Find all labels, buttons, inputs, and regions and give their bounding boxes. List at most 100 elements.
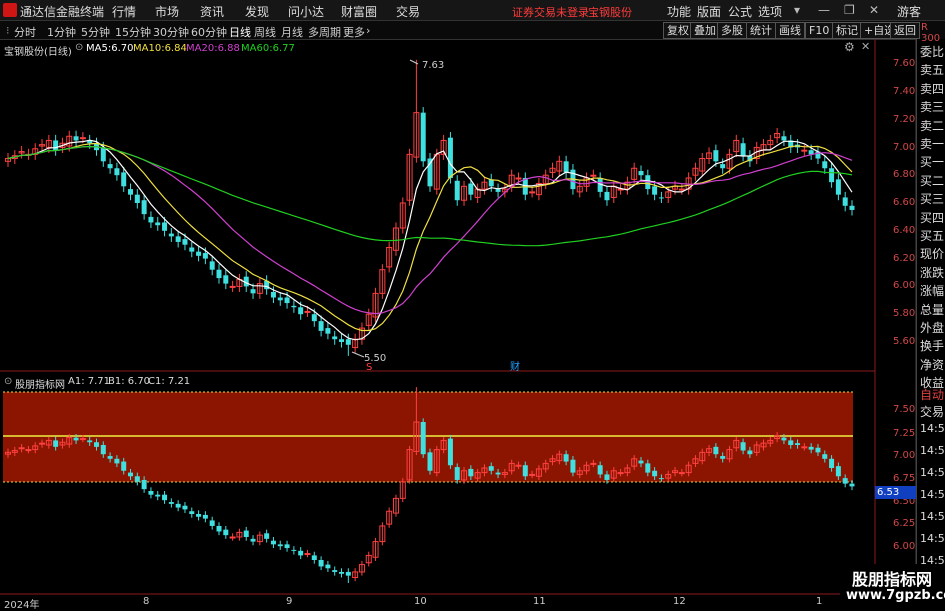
huaxian-button[interactable]: 画线 <box>775 22 805 39</box>
side-item-8[interactable]: 买三 <box>920 190 944 207</box>
sub-candle-body <box>652 470 658 477</box>
period-30min[interactable]: 30分钟 <box>153 24 189 40</box>
minimize-icon[interactable]: — <box>818 3 830 17</box>
menu-item-hangqing[interactable]: 行情 <box>112 3 136 20</box>
more-chevron-icon[interactable]: › <box>366 24 370 37</box>
f10-button[interactable]: F10 <box>805 22 834 39</box>
side-item-7[interactable]: 买二 <box>920 172 944 189</box>
login-notice[interactable]: 证券交易未登录 <box>512 4 589 20</box>
menu-item-shichang[interactable]: 市场 <box>155 3 179 20</box>
y-tick-main: 6.00 <box>893 280 916 291</box>
candle-body <box>270 291 276 298</box>
side-item-6[interactable]: 买一 <box>920 153 944 170</box>
sub-candle-body <box>93 442 99 447</box>
guest-label[interactable]: 游客 <box>897 3 921 20</box>
side-item-4[interactable]: 卖二 <box>920 117 944 134</box>
side-item-2[interactable]: 卖四 <box>920 80 944 97</box>
candle-body <box>339 339 345 342</box>
side-item-12[interactable]: 涨跌 <box>920 264 944 281</box>
restore-icon[interactable]: ❐ <box>844 3 855 17</box>
duogu-button[interactable]: 多股 <box>717 22 747 39</box>
menu-item-zixun[interactable]: 资讯 <box>200 3 224 20</box>
kline-chart[interactable]: 7.63 5.50 S 财 <box>0 39 916 609</box>
sub-candle-body <box>427 452 433 471</box>
candle-body <box>801 149 808 152</box>
side-item-0[interactable]: 委比 <box>920 43 944 60</box>
y-tick-main: 6.20 <box>893 253 916 264</box>
y-tick-main: 7.40 <box>893 86 916 97</box>
sub-candle-body <box>243 530 249 537</box>
period-fenshi[interactable]: 分时 <box>14 24 36 40</box>
period-15min[interactable]: 15分钟 <box>115 24 151 40</box>
side-item-15[interactable]: 外盘 <box>920 319 944 336</box>
menu-dropdown-icon[interactable]: ▾ <box>794 3 800 17</box>
menu-item-caifuquan[interactable]: 财富圈 <box>341 3 377 20</box>
period-more[interactable]: 更多 <box>343 24 365 40</box>
tongji-button[interactable]: 统计 <box>746 22 776 39</box>
sub-candle-body <box>39 442 46 445</box>
period-daily[interactable]: 日线 <box>229 24 251 40</box>
side-auto-label[interactable]: 自动 <box>920 386 944 403</box>
biaoji-button[interactable]: 标记 <box>832 22 862 39</box>
sub-candle-body <box>196 514 202 517</box>
fuquan-button[interactable]: 复权 <box>663 22 693 39</box>
menu-banmian[interactable]: 版面 <box>697 3 721 20</box>
candle-body <box>148 216 154 223</box>
menu-gongneng[interactable]: 功能 <box>667 3 691 20</box>
sub-candle-body <box>162 494 168 501</box>
side-item-11[interactable]: 现价 <box>920 245 944 262</box>
sub-candle-body <box>454 467 460 480</box>
side-item-17[interactable]: 净资 <box>920 356 944 373</box>
menu-item-wenxiaoda[interactable]: 问小达 <box>288 3 324 20</box>
sub-candle-body <box>182 505 188 510</box>
x-tick: 12 <box>673 596 686 607</box>
quote-side-panel: R 300 委比 卖五 卖四 卖三 卖二 卖一 买一 买二 买三 买四 买五 现价 涨跌 涨幅 总量 外盘 换手… <box>916 22 945 609</box>
sub-candle-body <box>822 454 828 459</box>
side-item-9[interactable]: 买四 <box>920 209 944 226</box>
side-item-13[interactable]: 涨幅 <box>920 282 944 299</box>
candle-body <box>128 189 134 195</box>
app-logo-icon <box>3 3 17 17</box>
side-item-3[interactable]: 卖三 <box>920 98 944 115</box>
sub-candle-body <box>842 478 848 484</box>
candle-body <box>311 314 317 322</box>
candle-body <box>107 164 113 169</box>
app-title: 通达信金融终端 <box>20 5 105 19</box>
period-weekly[interactable]: 周线 <box>254 24 276 40</box>
side-item-14[interactable]: 总量 <box>920 301 944 318</box>
close-icon[interactable]: ✕ <box>869 3 879 17</box>
side-item-16[interactable]: 换手 <box>920 337 944 354</box>
side-item-5[interactable]: 卖一 <box>920 135 944 152</box>
sub-candle-body <box>128 472 134 477</box>
period-60min[interactable]: 60分钟 <box>191 24 227 40</box>
menu-gongshi[interactable]: 公式 <box>728 3 752 20</box>
candle-body <box>229 285 236 288</box>
candle-body <box>209 261 215 270</box>
sub-candle-body <box>114 458 120 464</box>
sub-candle-body <box>339 571 345 574</box>
side-trade-label[interactable]: 交易 <box>920 403 944 420</box>
menu-item-jiaoyi[interactable]: 交易 <box>396 3 420 20</box>
candles-group <box>5 59 855 356</box>
sub-candle-body <box>815 447 821 453</box>
menu-item-faxian[interactable]: 发现 <box>245 3 269 20</box>
period-monthly[interactable]: 月线 <box>281 24 303 40</box>
watermark-line2: www.7gpzb.com <box>846 588 945 603</box>
sub-candle-body <box>781 437 787 441</box>
side-item-10[interactable]: 买五 <box>920 227 944 244</box>
high-price-label: 7.63 <box>422 60 444 71</box>
sub-candle-body <box>747 450 753 455</box>
candle-body <box>822 161 828 169</box>
menu-xuanxiang[interactable]: 选项 <box>758 3 782 20</box>
sub-candle-body <box>121 461 127 471</box>
sub-candle-body <box>801 446 808 449</box>
back-button[interactable]: 返回 <box>890 22 920 39</box>
diejia-button[interactable]: 叠加 <box>690 22 720 39</box>
sub-candle-body <box>18 447 25 450</box>
side-time-1: 14:56 <box>920 444 945 457</box>
period-5min[interactable]: 5分钟 <box>81 24 110 40</box>
period-1min[interactable]: 1分钟 <box>47 24 76 40</box>
low-pointer <box>351 351 365 358</box>
period-multi[interactable]: 多周期 <box>308 24 341 40</box>
side-item-1[interactable]: 卖五 <box>920 61 944 78</box>
